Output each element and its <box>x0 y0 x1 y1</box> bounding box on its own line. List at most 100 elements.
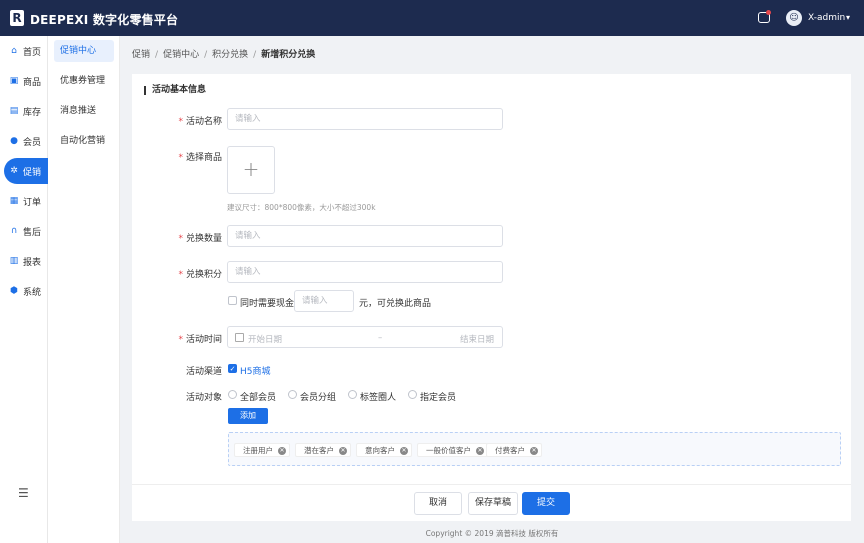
breadcrumb-item[interactable]: 促销 <box>132 50 150 60</box>
close-icon[interactable]: ✕ <box>339 447 347 455</box>
logo-icon: R <box>10 10 24 26</box>
breadcrumb-separator: / <box>155 50 159 60</box>
promotion-icon: ✲ <box>10 166 18 176</box>
subnav-item-messages[interactable]: 消息推送 <box>54 100 114 122</box>
tag-label: 潜在客户 <box>304 446 334 455</box>
sidebar-item-reports[interactable]: ▥ 报表 <box>4 248 48 274</box>
save-draft-button[interactable]: 保存草稿 <box>468 492 518 515</box>
tag-label: 意向客户 <box>365 446 395 455</box>
sidebar-item-home[interactable]: ⌂ 首页 <box>4 38 48 64</box>
end-date[interactable]: 结束日期 <box>460 333 494 345</box>
cash-amount-input[interactable]: 请输入 <box>294 290 354 312</box>
avatar[interactable]: ☺ <box>786 10 802 26</box>
sidebar-item-label: 会员 <box>23 137 42 148</box>
submit-button[interactable]: 提交 <box>522 492 570 515</box>
sidebar-item-label: 首页 <box>23 47 42 58</box>
tag-chip: 付费客户 ✕ <box>486 443 542 457</box>
close-icon[interactable]: ✕ <box>400 447 408 455</box>
sidebar-item-label: 系统 <box>23 287 42 298</box>
tag-label: 注册用户 <box>243 446 273 455</box>
breadcrumb-item[interactable]: 促销中心 <box>163 50 199 60</box>
target-option-label[interactable]: 会员分组 <box>300 390 336 403</box>
target-option-label[interactable]: 指定会员 <box>420 390 456 403</box>
exchange-qty-label: * 兑换数量 <box>132 231 222 244</box>
required-mark: * <box>178 270 183 280</box>
tag-label: 一般价值客户 <box>426 446 471 455</box>
target-label: 活动对象 <box>185 393 222 403</box>
copyright: Copyright © 2019 滴普科技 版权所有 <box>425 529 559 538</box>
section-title: 活动基本信息 <box>144 86 206 95</box>
date-separator: – <box>378 333 383 343</box>
breadcrumb: 促销 / 促销中心 / 积分兑换 / 新增积分兑换 <box>132 47 315 60</box>
breadcrumb-current: 新增积分兑换 <box>261 50 316 60</box>
target-radio-tags[interactable] <box>348 390 357 399</box>
select-product-label: * 选择商品 <box>132 150 222 163</box>
user-name[interactable]: X-admin <box>808 13 845 23</box>
target-option-label[interactable]: 全部会员 <box>240 390 276 403</box>
activity-name-input[interactable]: 请输入 <box>227 108 503 130</box>
label-text: 兑换积分 <box>185 270 222 280</box>
primary-sidebar: ⌂ 首页 ▣ 商品 ▤ 库存 ● 会员 ✲ 促销 ▦ 订单 ∩ 售后 ▥ 报表 ⬢ 系统 ☰ <box>0 36 48 543</box>
need-cash-checkbox[interactable] <box>228 296 237 305</box>
sidebar-item-label: 商品 <box>23 77 42 88</box>
required-mark: * <box>178 153 183 163</box>
cancel-button[interactable]: 取消 <box>414 492 462 515</box>
required-mark: * <box>178 117 183 127</box>
sidebar-item-label: 促销 <box>23 167 42 178</box>
close-icon[interactable]: ✕ <box>278 447 286 455</box>
sidebar-item-inventory[interactable]: ▤ 库存 <box>4 98 48 124</box>
close-icon[interactable]: ✕ <box>530 447 538 455</box>
top-bar: R DEEPEXI 数字化零售平台 ☺ X-admin ▾ <box>0 0 864 36</box>
breadcrumb-separator: / <box>253 50 257 60</box>
label-text: 兑换数量 <box>185 234 222 244</box>
form-card: 活动基本信息 * 活动名称 请输入 * 选择商品 + 建议尺寸：800*800像素，… <box>132 74 851 484</box>
label-text: 活动名称 <box>185 117 222 127</box>
channel-label: 活动渠道 <box>185 367 222 377</box>
date-range-picker[interactable]: 开始日期 – 结束日期 <box>227 326 503 348</box>
sidebar-item-products[interactable]: ▣ 商品 <box>4 68 48 94</box>
secondary-sidebar: 促销中心 优惠券管理 消息推送 自动化营销 <box>48 36 120 543</box>
app-title: DEEPEXI 数字化零售平台 <box>30 13 179 27</box>
required-mark: * <box>178 234 183 244</box>
tag-label: 付费客户 <box>495 446 525 455</box>
required-mark: * <box>178 335 183 345</box>
channel-h5-checkbox[interactable]: ✓ <box>228 364 237 373</box>
exchange-points-input[interactable]: 请输入 <box>227 261 503 283</box>
start-date[interactable]: 开始日期 <box>248 333 282 345</box>
sidebar-item-members[interactable]: ● 会员 <box>4 128 48 154</box>
menu-collapse-icon[interactable]: ☰ <box>18 486 29 500</box>
selected-tags-box: 注册用户 ✕ 潜在客户 ✕ 意向客户 ✕ 一般价值客户 ✕ 付费客户 ✕ <box>228 432 841 466</box>
sidebar-item-label: 库存 <box>23 107 42 118</box>
subnav-item-promo-center[interactable]: 促销中心 <box>54 40 114 62</box>
member-icon: ● <box>10 136 18 146</box>
chart-icon: ▥ <box>9 256 19 266</box>
add-button[interactable]: 添加 <box>228 408 268 424</box>
sidebar-item-label: 售后 <box>23 227 42 238</box>
target-radio-all[interactable] <box>228 390 237 399</box>
breadcrumb-item[interactable]: 积分兑换 <box>212 50 248 60</box>
channel-h5-label[interactable]: H5商城 <box>240 364 271 377</box>
sidebar-item-orders[interactable]: ▦ 订单 <box>4 188 48 214</box>
target-radio-specific[interactable] <box>408 390 417 399</box>
sidebar-item-system[interactable]: ⬢ 系统 <box>4 278 48 304</box>
target-option-label[interactable]: 标签圈人 <box>360 390 396 403</box>
subnav-item-coupons[interactable]: 优惠券管理 <box>54 70 114 92</box>
tag-chip: 潜在客户 ✕ <box>295 443 351 457</box>
target-radio-group[interactable] <box>288 390 297 399</box>
upload-hint: 建议尺寸：800*800像素，大小不超过300k <box>227 203 376 212</box>
subnav-item-auto-marketing[interactable]: 自动化营销 <box>54 130 114 152</box>
sidebar-item-after-sales[interactable]: ∩ 售后 <box>4 218 48 244</box>
tag-chip: 注册用户 ✕ <box>234 443 290 457</box>
order-icon: ▦ <box>9 196 19 206</box>
product-icon: ▣ <box>9 76 19 86</box>
sidebar-item-promotion[interactable]: ✲ 促销 <box>4 158 48 184</box>
need-cash-label: 同时需要现金 <box>240 299 295 309</box>
exchange-qty-input[interactable]: 请输入 <box>227 225 503 247</box>
settings-icon: ⬢ <box>10 286 18 296</box>
upload-button[interactable]: + <box>227 146 275 194</box>
close-icon[interactable]: ✕ <box>476 447 484 455</box>
cash-suffix: 元，可兑换此商品 <box>359 299 432 309</box>
activity-name-label: * 活动名称 <box>132 114 222 127</box>
chevron-down-icon[interactable]: ▾ <box>846 13 850 22</box>
calendar-icon <box>235 333 244 342</box>
